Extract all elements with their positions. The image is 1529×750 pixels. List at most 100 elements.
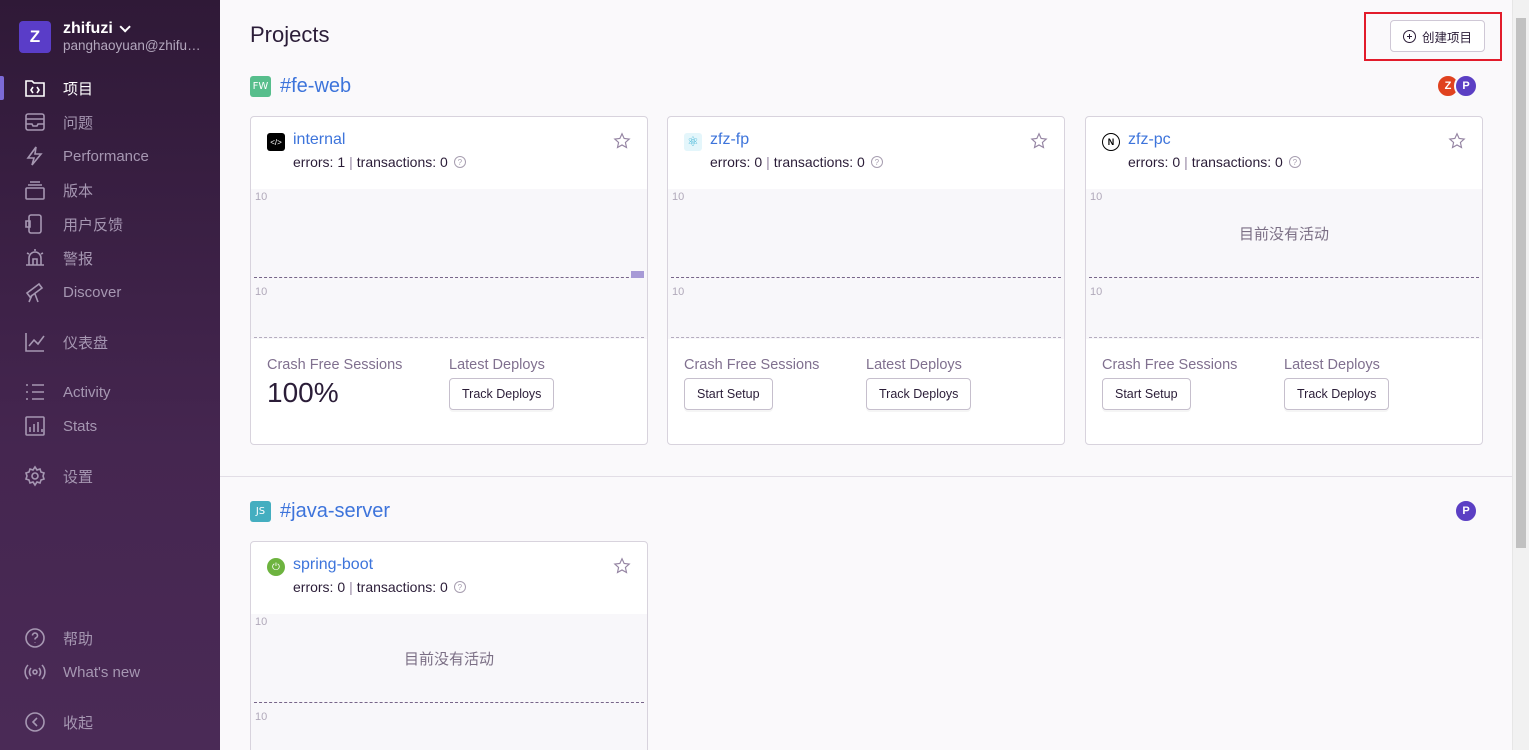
chevron-down-icon	[119, 21, 131, 33]
chart-tick: 10	[1090, 191, 1103, 203]
projects-icon	[24, 77, 46, 99]
team-header-fe-web: FW #fe-web	[250, 75, 351, 98]
sidebar-item-dashboards[interactable]: 仪表盘	[0, 327, 220, 357]
star-icon[interactable]	[613, 132, 631, 150]
broadcast-icon	[24, 661, 46, 683]
releases-icon	[24, 179, 46, 201]
sidebar-item-help[interactable]: 帮助	[0, 623, 220, 653]
sidebar-item-issues[interactable]: 问题	[0, 107, 220, 137]
chart-tick: 10	[255, 191, 268, 203]
latest-deploys-label: Latest Deploys	[866, 357, 962, 373]
question-icon[interactable]: ?	[870, 156, 883, 168]
line-chart-icon	[24, 331, 46, 353]
project-stats: errors: 0 | transactions: 0 ?	[710, 154, 883, 170]
track-deploys-button[interactable]: Track Deploys	[1284, 378, 1390, 410]
latest-deploys-label: Latest Deploys	[449, 357, 545, 373]
team-badge: FW	[250, 76, 271, 97]
chart-tick: 10	[255, 616, 268, 628]
project-card-spring-boot: ⏻ spring-boot errors: 0 | transactions: …	[250, 541, 648, 750]
question-icon[interactable]: ?	[453, 581, 466, 593]
feedback-icon	[24, 213, 46, 235]
star-icon[interactable]	[1448, 132, 1466, 150]
transactions-count: transactions: 0	[356, 154, 448, 170]
lightning-icon	[24, 145, 46, 167]
sidebar-item-settings[interactable]: 设置	[0, 461, 220, 491]
track-deploys-button[interactable]: Track Deploys	[866, 378, 972, 410]
project-name[interactable]: internal	[293, 131, 345, 149]
question-icon	[24, 627, 46, 649]
avatar[interactable]: P	[1454, 499, 1478, 523]
crash-free-value: 100%	[267, 377, 339, 408]
sidebar-item-performance[interactable]: Performance	[0, 141, 220, 171]
start-setup-button[interactable]: Start Setup	[1102, 378, 1191, 410]
team-members: Z P	[1436, 74, 1478, 98]
question-icon[interactable]: ?	[453, 156, 466, 168]
sidebar-item-label: Performance	[63, 147, 149, 165]
chart-tick: 10	[255, 286, 268, 298]
sidebar-item-label: 版本	[63, 182, 94, 200]
no-activity-text: 目前没有活动	[1238, 226, 1329, 243]
sidebar-item-whats-new[interactable]: What's new	[0, 657, 220, 687]
sidebar: Z zhifuzi panghaoyuan@zhifuzi.com 项目 问题 …	[0, 0, 220, 750]
sidebar-item-activity[interactable]: Activity	[0, 377, 220, 407]
project-name[interactable]: spring-boot	[293, 556, 373, 574]
chart-tick: 10	[672, 191, 685, 203]
chart-baseline	[671, 277, 1061, 278]
chart-baseline	[254, 702, 644, 703]
scrollbar-thumb[interactable]	[1516, 18, 1526, 548]
sidebar-item-label: What's new	[63, 663, 141, 681]
question-icon[interactable]: ?	[1288, 156, 1301, 168]
team-name[interactable]: #fe-web	[280, 75, 351, 98]
sidebar-item-label: 用户反馈	[63, 216, 124, 234]
sidebar-item-projects[interactable]: 项目	[0, 73, 220, 103]
transactions-count: transactions: 0	[1191, 154, 1283, 170]
project-name[interactable]: zfz-fp	[710, 131, 749, 149]
errors-count: errors: 0	[1128, 154, 1181, 170]
project-chart: 10 10	[251, 189, 647, 339]
org-switcher[interactable]: Z zhifuzi panghaoyuan@zhifuzi.com	[19, 20, 203, 54]
sidebar-item-label: 帮助	[63, 630, 94, 648]
start-setup-button[interactable]: Start Setup	[684, 378, 773, 410]
project-card-zfz-pc: N zfz-pc errors: 0 | transactions: 0 ? 1…	[1085, 116, 1483, 445]
team-name[interactable]: #java-server	[280, 500, 390, 523]
react-platform-icon: ⚛	[684, 133, 702, 151]
project-card-internal: </> internal errors: 1 | transactions: 0…	[250, 116, 648, 445]
sidebar-item-collapse[interactable]: 收起	[0, 707, 220, 737]
star-icon[interactable]	[613, 557, 631, 575]
highlight-box	[1364, 12, 1502, 61]
org-email: panghaoyuan@zhifuzi.com	[63, 38, 203, 53]
chart-bar	[631, 271, 644, 278]
sidebar-item-label: 收起	[63, 714, 94, 732]
org-avatar: Z	[19, 21, 51, 53]
crash-free-label: Crash Free Sessions	[684, 357, 820, 373]
project-stats: errors: 0 | transactions: 0 ?	[1128, 154, 1301, 170]
bar-chart-icon	[24, 415, 46, 437]
avatar[interactable]: P	[1454, 74, 1478, 98]
chart-tick: 10	[672, 286, 685, 298]
team-badge: JS	[250, 501, 271, 522]
no-activity-text: 目前没有活动	[403, 651, 494, 668]
chart-baseline	[1089, 277, 1479, 278]
errors-count: errors: 0	[710, 154, 763, 170]
sidebar-item-alerts[interactable]: 警报	[0, 243, 220, 273]
code-platform-icon: </>	[267, 133, 285, 151]
star-icon[interactable]	[1030, 132, 1048, 150]
scrollbar[interactable]	[1512, 0, 1529, 750]
project-stats: errors: 0 | transactions: 0 ?	[293, 579, 466, 595]
project-name[interactable]: zfz-pc	[1128, 131, 1171, 149]
sidebar-item-discover[interactable]: Discover	[0, 277, 220, 307]
transactions-count: transactions: 0	[773, 154, 865, 170]
team-members: P	[1454, 499, 1478, 523]
sidebar-item-stats[interactable]: Stats	[0, 411, 220, 441]
project-stats: errors: 1 | transactions: 0 ?	[293, 154, 466, 170]
sidebar-item-feedback[interactable]: 用户反馈	[0, 209, 220, 239]
team-header-java-server: JS #java-server	[250, 500, 390, 523]
sidebar-item-releases[interactable]: 版本	[0, 175, 220, 205]
chart-baseline	[254, 337, 644, 338]
track-deploys-button[interactable]: Track Deploys	[449, 378, 555, 410]
collapse-icon	[24, 711, 46, 733]
sidebar-item-label: Stats	[63, 417, 98, 435]
siren-icon	[24, 247, 46, 269]
section-divider	[220, 476, 1512, 477]
transactions-count: transactions: 0	[356, 579, 448, 595]
